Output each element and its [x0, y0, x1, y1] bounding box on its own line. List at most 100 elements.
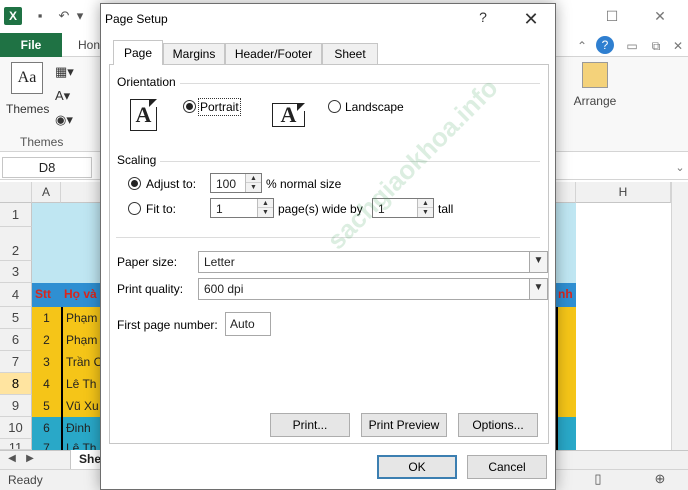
- pages-tall-suffix: tall: [438, 202, 454, 216]
- cell-stt[interactable]: 1: [32, 307, 61, 329]
- print-quality-select[interactable]: 600 dpi ▼: [198, 278, 548, 300]
- restore-window-icon[interactable]: ☐: [602, 6, 622, 26]
- chevron-down-icon: ▼: [529, 252, 547, 272]
- spin-down-icon[interactable]: ▼: [258, 208, 273, 217]
- divider: [116, 237, 540, 238]
- print-button[interactable]: Print...: [270, 413, 350, 437]
- row-header[interactable]: 3: [0, 261, 32, 283]
- ribbon-collapse-icon[interactable]: ⌃: [572, 36, 592, 56]
- paper-size-value: Letter: [204, 255, 235, 269]
- landscape-radio[interactable]: [328, 100, 341, 113]
- adjust-to-spinner[interactable]: 100 ▲ ▼: [210, 173, 262, 193]
- save-icon[interactable]: ▪: [32, 8, 48, 24]
- cell-stt[interactable]: 7: [32, 439, 61, 450]
- file-tab[interactable]: File: [0, 33, 62, 57]
- print-preview-button[interactable]: Print Preview: [361, 413, 447, 437]
- column-header-a[interactable]: A: [32, 182, 61, 203]
- portrait-radio[interactable]: [183, 100, 196, 113]
- theme-effects-icon[interactable]: ◉▾: [55, 112, 81, 132]
- zoom-slider-thumb[interactable]: ▯: [590, 471, 606, 487]
- row-header[interactable]: 1: [0, 203, 32, 227]
- tab-header-footer[interactable]: Header/Footer: [225, 43, 322, 64]
- arrange-button[interactable]: Arrange: [570, 62, 620, 108]
- pages-tall-spinner[interactable]: 1 ▲ ▼: [372, 198, 434, 218]
- cell-stt[interactable]: 2: [32, 329, 61, 351]
- spin-up-icon[interactable]: ▲: [246, 174, 261, 183]
- tab-margins[interactable]: Margins: [163, 43, 225, 64]
- right-column-fill: [556, 417, 576, 450]
- tab-sheet[interactable]: Sheet: [322, 43, 378, 64]
- print-quality-label: Print quality:: [117, 282, 184, 296]
- arrange-icon: [582, 62, 608, 88]
- themes-group-label: Themes: [20, 135, 64, 149]
- dialog-title: Page Setup: [105, 12, 168, 26]
- minimize-workbook-icon[interactable]: ▭: [622, 36, 642, 56]
- row-header[interactable]: 11: [0, 439, 32, 450]
- dialog-close-icon[interactable]: ✕: [519, 7, 543, 31]
- excel-icon: X: [4, 7, 22, 25]
- undo-icon[interactable]: ↶: [56, 8, 72, 24]
- tab-page[interactable]: Page: [113, 40, 163, 65]
- cell-stt[interactable]: 6: [32, 417, 61, 439]
- home-tab[interactable]: Hon: [78, 38, 100, 52]
- spin-down-icon[interactable]: ▼: [246, 183, 261, 192]
- column-header-h[interactable]: H: [576, 182, 671, 203]
- cancel-button[interactable]: Cancel: [467, 455, 547, 479]
- chevron-down-icon: ▼: [529, 279, 547, 299]
- landscape-label[interactable]: Landscape: [345, 100, 404, 114]
- row-header[interactable]: 10: [0, 417, 32, 439]
- sheet-nav-prev-icon[interactable]: ◀: [4, 451, 20, 467]
- row-header[interactable]: 9: [0, 395, 32, 417]
- row-header[interactable]: 4: [0, 283, 32, 307]
- portrait-label[interactable]: Portrait: [198, 98, 241, 116]
- pages-wide-suffix: page(s) wide by: [278, 202, 363, 216]
- paper-size-select[interactable]: Letter ▼: [198, 251, 548, 273]
- header-cell-right[interactable]: nh: [555, 283, 576, 307]
- sheet-nav-next-icon[interactable]: ▶: [22, 451, 38, 467]
- undo-dropdown-icon[interactable]: ▾: [72, 8, 88, 24]
- adjust-to-label[interactable]: Adjust to:: [146, 177, 196, 191]
- fit-to-label[interactable]: Fit to:: [146, 202, 176, 216]
- help-icon[interactable]: ?: [596, 36, 614, 54]
- zoom-in-icon[interactable]: ⊕: [652, 471, 668, 487]
- pages-wide-spinner[interactable]: 1 ▲ ▼: [210, 198, 274, 218]
- first-page-number-label: First page number:: [117, 318, 218, 332]
- orientation-section-label: Orientation: [117, 75, 176, 89]
- first-page-number-input[interactable]: Auto: [225, 312, 271, 336]
- right-column-fill: [556, 307, 576, 417]
- themes-icon: Aa: [11, 62, 43, 94]
- ok-button[interactable]: OK: [377, 455, 457, 479]
- cell-stt[interactable]: 3: [32, 351, 61, 373]
- vertical-scrollbar[interactable]: [671, 182, 688, 450]
- fit-to-radio[interactable]: [128, 202, 141, 215]
- landscape-page-icon: A: [272, 103, 305, 127]
- dialog-help-icon[interactable]: ?: [475, 9, 491, 29]
- formula-expand-icon[interactable]: ⌄: [670, 158, 688, 178]
- cell-stt[interactable]: 4: [32, 373, 61, 395]
- spin-up-icon[interactable]: ▲: [418, 199, 433, 208]
- spin-up-icon[interactable]: ▲: [258, 199, 273, 208]
- options-button[interactable]: Options...: [458, 413, 538, 437]
- cell-stt[interactable]: 5: [32, 395, 61, 417]
- themes-label: Themes: [6, 102, 50, 116]
- header-cell-stt[interactable]: Stt: [32, 283, 61, 307]
- theme-fonts-icon[interactable]: A▾: [55, 88, 81, 108]
- row-header[interactable]: 7: [0, 351, 32, 373]
- select-all-corner[interactable]: [0, 182, 32, 203]
- name-box[interactable]: D8: [2, 157, 92, 178]
- pages-wide-value: 1: [216, 202, 223, 216]
- page-tab-panel: Orientation A Portrait A Landscape Scali…: [109, 64, 549, 444]
- theme-colors-icon[interactable]: ▦▾: [55, 64, 81, 84]
- status-text: Ready: [8, 473, 43, 487]
- row-header[interactable]: 2: [0, 227, 32, 261]
- arrange-label: Arrange: [573, 94, 617, 108]
- adjust-to-radio[interactable]: [128, 177, 141, 190]
- row-header[interactable]: 6: [0, 329, 32, 351]
- row-header-selected[interactable]: 8: [0, 373, 32, 395]
- row-header[interactable]: 5: [0, 307, 32, 329]
- close-workbook-icon[interactable]: ✕: [668, 36, 688, 56]
- themes-button[interactable]: Aa Themes: [6, 62, 50, 128]
- spin-down-icon[interactable]: ▼: [418, 208, 433, 217]
- restore-workbook-icon[interactable]: ⧉: [646, 36, 666, 56]
- close-window-icon[interactable]: ✕: [650, 6, 670, 26]
